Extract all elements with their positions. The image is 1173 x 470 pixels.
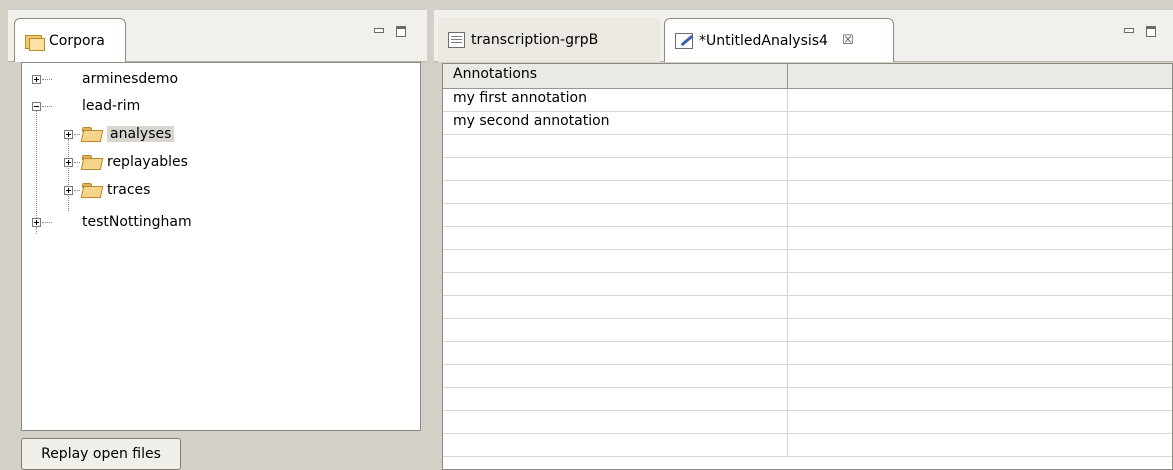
table-row[interactable] [443, 342, 1172, 365]
tree-item-replayables[interactable]: replayables [64, 150, 188, 174]
expand-icon[interactable] [64, 157, 73, 167]
table-header: Annotations [443, 64, 1172, 89]
value-cell[interactable] [788, 273, 1172, 295]
table-row[interactable] [443, 319, 1172, 342]
value-cell[interactable] [788, 135, 1172, 157]
annotation-cell[interactable] [443, 227, 788, 249]
tab-untitled-analysis4[interactable]: *UntitledAnalysis4 ☒ [664, 18, 894, 62]
value-cell[interactable] [788, 296, 1172, 318]
value-cell[interactable] [788, 181, 1172, 203]
value-cell[interactable] [788, 158, 1172, 180]
value-cell[interactable] [788, 89, 1172, 111]
annotation-cell[interactable] [443, 388, 788, 410]
value-cell[interactable] [788, 227, 1172, 249]
annotation-cell[interactable] [443, 204, 788, 226]
value-cell[interactable] [788, 434, 1172, 456]
tree-item-arminesdemo[interactable]: arminesdemo [32, 67, 178, 91]
corpora-icon [25, 33, 45, 51]
annotation-cell[interactable] [443, 273, 788, 295]
table-row[interactable] [443, 181, 1172, 204]
edit-doc-icon [675, 32, 693, 49]
collapse-icon[interactable] [32, 101, 41, 111]
annotation-cell[interactable] [443, 296, 788, 318]
annotation-cell[interactable] [443, 181, 788, 203]
folder-icon [82, 127, 102, 141]
folder-icon [82, 155, 102, 169]
table-row[interactable] [443, 273, 1172, 296]
column-header-annotations[interactable]: Annotations [443, 64, 788, 88]
value-cell[interactable] [788, 388, 1172, 410]
annotation-cell[interactable] [443, 342, 788, 364]
tab-label: transcription-grpB [471, 32, 599, 48]
tab-corpora-label: Corpora [49, 32, 105, 49]
annotation-cell[interactable] [443, 250, 788, 272]
annotation-cell[interactable] [443, 158, 788, 180]
table-row[interactable] [443, 434, 1172, 457]
table-doc-icon [448, 32, 465, 48]
annotation-cell[interactable]: my first annotation [443, 89, 788, 111]
tree-item-testnottingham[interactable]: testNottingham [32, 210, 192, 234]
annotation-cell[interactable]: my second annotation [443, 112, 788, 134]
editor-view: transcription-grpB *UntitledAnalysis4 ☒ … [434, 10, 1173, 470]
corpora-view: Corpora arminesdemo lead-rim analyses re… [8, 10, 427, 470]
table-row[interactable] [443, 135, 1172, 158]
value-cell[interactable] [788, 250, 1172, 272]
table-row[interactable] [443, 158, 1172, 181]
annotation-cell[interactable] [443, 365, 788, 387]
table-row[interactable]: my first annotation [443, 89, 1172, 112]
maximize-icon[interactable] [394, 24, 408, 38]
tree-item-traces[interactable]: traces [64, 178, 150, 202]
annotation-cell[interactable] [443, 135, 788, 157]
maximize-icon[interactable] [1144, 24, 1158, 38]
table-row[interactable]: my second annotation [443, 112, 1172, 135]
annotations-table[interactable]: Annotations my first annotation my second… [442, 63, 1173, 470]
table-row[interactable] [443, 388, 1172, 411]
annotation-cell[interactable] [443, 319, 788, 341]
expand-icon[interactable] [32, 217, 41, 227]
tree-item-label: testNottingham [82, 214, 192, 230]
tree-item-lead-rim[interactable]: lead-rim [32, 94, 140, 118]
annotation-cell[interactable] [443, 434, 788, 456]
annotation-cell[interactable] [443, 411, 788, 433]
expand-icon[interactable] [32, 74, 41, 84]
tree-item-label: arminesdemo [82, 71, 179, 87]
close-icon[interactable]: ☒ [842, 33, 854, 48]
corpora-tabbar: Corpora [8, 10, 427, 62]
expand-icon[interactable] [64, 129, 73, 139]
tab-corpora[interactable]: Corpora [14, 18, 126, 62]
corpora-tree[interactable]: arminesdemo lead-rim analyses replayable… [21, 62, 421, 431]
replay-open-files-button[interactable]: Replay open files [21, 438, 181, 470]
value-cell[interactable] [788, 204, 1172, 226]
tree-item-label: lead-rim [82, 98, 141, 114]
tab-transcription-grpb[interactable]: transcription-grpB [438, 18, 660, 62]
table-row[interactable] [443, 411, 1172, 434]
value-cell[interactable] [788, 319, 1172, 341]
table-row[interactable] [443, 296, 1172, 319]
value-cell[interactable] [788, 365, 1172, 387]
column-header-empty[interactable] [788, 64, 1172, 88]
table-row[interactable] [443, 204, 1172, 227]
minimize-icon[interactable] [1122, 24, 1136, 38]
value-cell[interactable] [788, 112, 1172, 134]
tree-item-label: analyses [107, 126, 175, 142]
expand-icon[interactable] [64, 185, 73, 195]
table-row[interactable] [443, 365, 1172, 388]
minimize-icon[interactable] [372, 24, 386, 38]
value-cell[interactable] [788, 342, 1172, 364]
folder-icon [82, 183, 102, 197]
table-row[interactable] [443, 227, 1172, 250]
tab-label: *UntitledAnalysis4 [699, 32, 828, 49]
tree-item-label: traces [107, 182, 151, 198]
tree-item-analyses[interactable]: analyses [64, 122, 175, 146]
table-row[interactable] [443, 250, 1172, 273]
tree-item-label: replayables [107, 154, 188, 170]
editor-tabbar: transcription-grpB *UntitledAnalysis4 ☒ [434, 10, 1173, 62]
value-cell[interactable] [788, 411, 1172, 433]
